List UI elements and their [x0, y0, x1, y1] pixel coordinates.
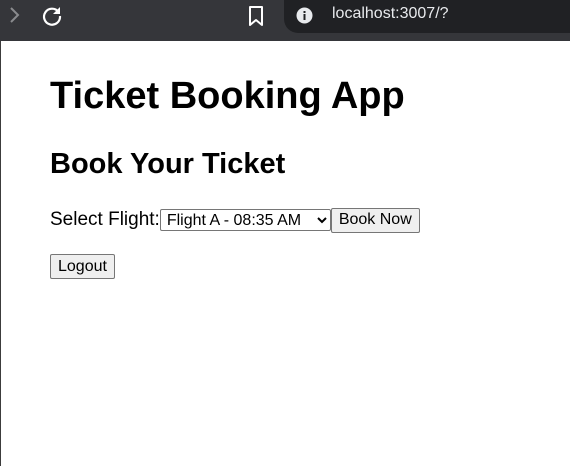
- select-flight-label: Select Flight:: [50, 209, 160, 230]
- bookmark-icon[interactable]: [246, 5, 266, 27]
- page-title: Ticket Booking App: [50, 75, 405, 117]
- forward-icon[interactable]: [6, 6, 24, 24]
- section-title: Book Your Ticket: [50, 148, 286, 180]
- site-info-icon[interactable]: [296, 7, 313, 24]
- booking-form: Select Flight: Flight A - 08:35 AM Book …: [50, 207, 420, 233]
- reload-icon[interactable]: [40, 4, 64, 28]
- logout-button[interactable]: Logout: [50, 254, 115, 279]
- browser-toolbar: localhost:3007/?: [0, 0, 570, 41]
- url-text[interactable]: localhost:3007/?: [332, 5, 449, 23]
- address-bar[interactable]: localhost:3007/?: [284, 0, 570, 33]
- flight-select[interactable]: Flight A - 08:35 AM: [159, 209, 331, 231]
- book-now-button[interactable]: Book Now: [330, 207, 420, 233]
